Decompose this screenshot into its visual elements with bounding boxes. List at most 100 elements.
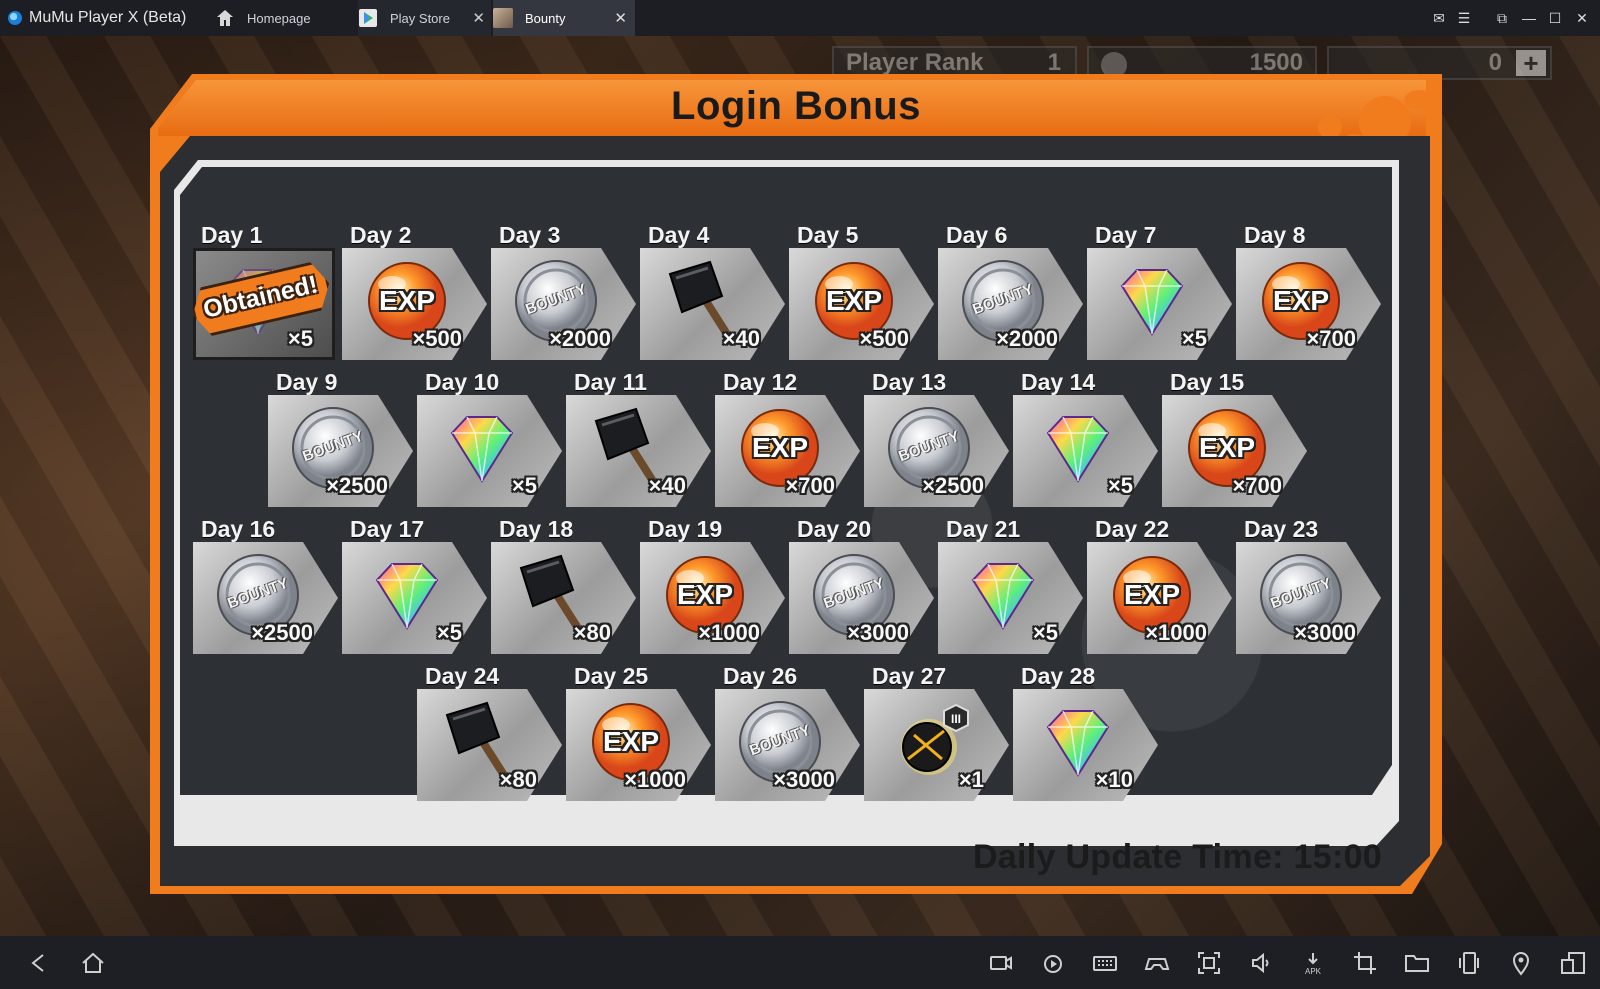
reward-cell-day-25[interactable]: Day 25 EXP ×1000 [566,663,714,803]
reward-cell-day-15[interactable]: Day 15 EXP ×700 [1162,369,1310,509]
tab-play-store[interactable]: Play Store ✕ [358,0,491,36]
crop-icon[interactable] [1352,950,1378,976]
reward-cell-day-1[interactable]: Day 1 Obtained! ×5 [193,222,341,362]
reward-quantity: ×5 [511,473,537,498]
reward-cell-day-19[interactable]: Day 19 EXP ×1000 [640,516,788,656]
day-label: Day 17 [350,516,425,542]
daily-update-time: Daily Update Time: 15:00 [972,838,1382,876]
reward-cell-day-6[interactable]: Day 6 BOUNTY ×2000 [938,222,1086,362]
reward-cell-day-14[interactable]: Day 14 ×5 [1013,369,1161,509]
day-label: Day 18 [499,516,574,542]
day-label: Day 7 [1095,222,1157,248]
day-label: Day 22 [1095,516,1170,542]
reward-cell-day-18[interactable]: Day 18 ×80 [491,516,639,656]
tab-homepage[interactable]: Homepage [215,0,343,36]
reward-quantity: ×2500 [922,473,984,498]
play-store-icon [359,9,377,27]
app-title-text: MuMu Player X (Beta) [29,9,187,26]
reward-cell-day-17[interactable]: Day 17 ×5 [342,516,490,656]
day-label: Day 2 [350,222,412,248]
maximize-icon[interactable]: ☐ [1546,9,1564,27]
reward-cell-day-8[interactable]: Day 8 EXP ×700 [1236,222,1384,362]
rotate-icon[interactable] [1456,950,1482,976]
reward-quantity: ×500 [859,326,909,351]
tab-bounty[interactable]: Bounty ✕ [493,0,635,36]
day-label: Day 25 [574,663,649,689]
exp-icon-text: EXP [751,432,809,463]
apk-icon[interactable]: APK [1300,950,1326,976]
day-label: Day 14 [1021,369,1096,395]
day-label: Day 15 [1170,369,1245,395]
reward-cell-day-12[interactable]: Day 12 EXP ×700 [715,369,863,509]
reward-quantity: ×1000 [698,620,760,645]
add-gems-button[interactable]: + [1516,50,1546,76]
screenshot-icon[interactable] [1196,950,1222,976]
bottom-toolbar: APK [0,936,1600,989]
replay-icon[interactable] [1040,950,1066,976]
reward-quantity: ×5 [1181,326,1207,351]
reward-cell-day-2[interactable]: Day 2 EXP ×500 [342,222,490,362]
day-label: Day 19 [648,516,723,542]
day-label: Day 11 [574,369,647,395]
exp-icon-text: EXP [1123,579,1181,610]
home-icon [217,10,233,26]
tab-play-store-close-icon[interactable]: ✕ [472,9,485,27]
exp-icon-text: EXP [825,285,883,316]
exp-icon-text: EXP [676,579,734,610]
reward-cell-day-4[interactable]: Day 4 ×40 [640,222,788,362]
mumu-logo-icon [8,11,22,25]
reward-quantity: ×3000 [773,767,835,792]
back-icon[interactable] [26,950,52,976]
home-icon[interactable] [80,950,106,976]
day-label: Day 8 [1244,222,1306,248]
panel-footer: Daily Update Time: 15:00 [180,834,1392,879]
record-icon[interactable] [988,950,1014,976]
reward-cell-day-9[interactable]: Day 9 BOUNTY ×2500 [268,369,416,509]
reward-quantity: ×2000 [996,326,1058,351]
minimize-icon[interactable]: — [1520,9,1538,27]
gamepad-icon[interactable] [1144,950,1170,976]
reward-cell-day-11[interactable]: Day 11 ×40 [566,369,714,509]
day-label: Day 12 [723,369,798,395]
reward-cell-day-26[interactable]: Day 26 BOUNTY ×3000 [715,663,863,803]
tab-bounty-close-icon[interactable]: ✕ [614,9,627,27]
reward-cell-day-28[interactable]: Day 28 ×10 [1013,663,1161,803]
day-label: Day 23 [1244,516,1319,542]
reward-cell-day-3[interactable]: Day 3 BOUNTY ×2000 [491,222,639,362]
reward-cell-day-7[interactable]: Day 7 ×5 [1087,222,1235,362]
reward-cell-day-16[interactable]: Day 16 BOUNTY ×2500 [193,516,341,656]
reward-cell-day-23[interactable]: Day 23 BOUNTY ×3000 [1236,516,1384,656]
reward-quantity: ×2500 [251,620,313,645]
day-label: Day 10 [425,369,500,395]
reward-quantity: ×1000 [624,767,686,792]
reward-cell-day-22[interactable]: Day 22 EXP ×1000 [1087,516,1235,656]
login-bonus-panel: Login Bonus Day 1 Obtained! ×5 Day 2 EXP ×500… [150,74,1442,894]
folder-icon[interactable] [1404,950,1430,976]
day-label: Day 20 [797,516,872,542]
multi-window-icon[interactable] [1560,950,1586,976]
reward-cell-day-21[interactable]: Day 21 ×5 [938,516,1086,656]
reward-cell-day-24[interactable]: Day 24 ×80 [417,663,565,803]
reward-quantity: ×5 [1107,473,1133,498]
day-label: Day 16 [201,516,276,542]
restore-window-icon[interactable]: ⧉ [1493,9,1511,27]
location-icon[interactable] [1508,950,1534,976]
reward-quantity: ×3000 [847,620,909,645]
reward-cell-day-5[interactable]: Day 5 EXP ×500 [789,222,937,362]
reward-cell-day-10[interactable]: Day 10 ×5 [417,369,565,509]
reward-cell-day-20[interactable]: Day 20 BOUNTY ×3000 [789,516,937,656]
gem-value: 0 [1488,49,1502,76]
day-label: Day 27 [872,663,947,689]
menu-icon[interactable]: ☰ [1455,9,1473,27]
volume-icon[interactable] [1248,950,1274,976]
reward-quantity: ×5 [1032,620,1058,645]
keyboard-icon[interactable] [1092,950,1118,976]
reward-cell-day-13[interactable]: Day 13 BOUNTY ×2500 [864,369,1012,509]
day-label: Day 4 [648,222,710,248]
reward-cell-day-27[interactable]: Day 27 III ×1 [864,663,1012,803]
reward-quantity: ×5 [436,620,462,645]
day-label: Day 26 [723,663,798,689]
mail-icon[interactable]: ✉ [1430,9,1448,27]
game-icon [493,8,513,28]
close-window-icon[interactable]: ✕ [1573,9,1591,27]
